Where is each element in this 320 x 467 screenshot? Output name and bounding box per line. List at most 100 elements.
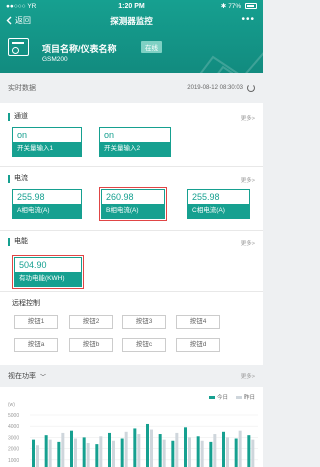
battery-percent: 77% [228, 3, 242, 10]
bar-yesterday [137, 434, 141, 467]
bar-today [171, 440, 175, 467]
tile-value: 255.98 [192, 192, 220, 202]
current-tile-a[interactable]: 255.98 A相电流(A) [12, 189, 82, 219]
energy-section: 电能 更多> 504.90 有功电能(KWH) [0, 231, 263, 291]
remote-button-c[interactable]: 按钮c [122, 338, 166, 352]
bar-today [146, 423, 149, 467]
bar-yesterday [61, 432, 65, 467]
tile-value: 255.98 [17, 192, 45, 202]
chevron-down-icon[interactable]: ﹀ [40, 372, 46, 381]
tile-value: on [17, 130, 28, 140]
energy-more-link[interactable]: 更多> [241, 239, 255, 247]
bar-today [209, 441, 213, 467]
header: ●●○○○ YR 1:20 PM ✱ 77% 返回 探测器监控 ••• 项目名称… [0, 0, 263, 73]
status-badge: 在线 [141, 41, 162, 53]
status-bar: ●●○○○ YR 1:20 PM ✱ 77% [0, 0, 263, 12]
remote-button-4[interactable]: 按钮4 [176, 315, 220, 329]
section-title: 电流 [8, 175, 28, 183]
bar-yesterday [86, 443, 90, 467]
bar-yesterday [112, 440, 115, 467]
nav-bar: 返回 探测器监控 ••• [0, 12, 263, 29]
bar-yesterday [150, 429, 153, 467]
bar-today [247, 435, 251, 467]
page-title: 探测器监控 [110, 15, 153, 26]
refresh-icon[interactable] [247, 84, 255, 92]
carrier-label: ●●○○○ YR [6, 2, 37, 10]
bar-yesterday [213, 434, 217, 467]
bar-today [133, 428, 137, 467]
back-label: 返回 [15, 16, 31, 25]
battery-indicator: ✱ 77% [173, 2, 258, 10]
tile-label: 开关量输入2 [100, 142, 170, 156]
power-chart-svg: 5000 4000 3000 2000 1000 [8, 413, 258, 467]
more-menu-button[interactable]: ••• [241, 14, 255, 25]
chevron-left-icon [6, 16, 12, 25]
channel-tile-2[interactable]: on 开关量输入2 [99, 127, 171, 157]
battery-icon [245, 3, 258, 10]
bar-today [108, 432, 111, 467]
bar-yesterday [251, 439, 255, 467]
bar-today [120, 438, 124, 467]
realtime-label: 实时数据 [8, 85, 36, 92]
remote-button-b[interactable]: 按钮b [69, 338, 113, 352]
energy-tile[interactable]: 504.90 有功电能(KWH) [12, 255, 84, 289]
bar-yesterday [74, 438, 77, 467]
back-button[interactable]: 返回 [6, 15, 31, 26]
remote-button-3[interactable]: 按钮3 [122, 315, 166, 329]
power-chart: 今日 昨日 (w) 5000 4000 3000 2000 1000 [0, 387, 263, 467]
power-more-link[interactable]: 更多> [241, 372, 255, 380]
bar-yesterday [200, 440, 204, 467]
device-icon [8, 38, 29, 56]
bluetooth-icon: ✱ [220, 3, 227, 10]
bar-today [184, 427, 187, 467]
bar-yesterday [99, 436, 103, 467]
realtime-timestamp: 2019-08-12 08:30:03 [187, 85, 243, 91]
current-section: 电流 更多> 255.98 A相电流(A) 260.98 B相电流(A) 255… [0, 167, 263, 230]
power-dropdown[interactable]: 视在功率 [8, 371, 36, 381]
bar-today [234, 438, 238, 467]
channel-section: 通道 更多> on 开关量输入1 on 开关量输入2 [0, 103, 263, 166]
tile-label: A相电流(A) [13, 204, 81, 218]
bar-today [158, 434, 162, 467]
bar-yesterday [162, 439, 166, 467]
tile-label: C相电流(A) [188, 204, 249, 218]
current-more-link[interactable]: 更多> [241, 176, 255, 184]
device-model: GSM200 [42, 56, 68, 63]
bar-today [70, 430, 73, 467]
current-tile-c[interactable]: 255.98 C相电流(A) [187, 189, 250, 219]
tile-value: 260.98 [106, 192, 134, 202]
remote-button-d[interactable]: 按钮d [176, 338, 220, 352]
remote-button-2[interactable]: 按钮2 [69, 315, 113, 329]
clock: 1:20 PM [118, 2, 145, 10]
bar-yesterday [175, 432, 179, 467]
tile-label: B相电流(A) [102, 204, 164, 218]
realtime-bar: 实时数据 2019-08-12 08:30:03 [0, 73, 263, 103]
remote-control-section: 远程控制 按钮1 按钮2 按钮3 按钮4 按钮a 按钮b 按钮c 按钮d [0, 292, 263, 365]
remote-button-1[interactable]: 按钮1 [14, 315, 58, 329]
bar-today [222, 431, 225, 467]
section-title: 电能 [8, 238, 28, 246]
bar-yesterday [124, 431, 128, 467]
bar-yesterday [226, 437, 229, 467]
bar-today [44, 435, 48, 467]
section-title: 通道 [8, 113, 28, 121]
bar-today [32, 439, 35, 467]
y-tick-label: 1000 [8, 458, 19, 464]
channel-more-link[interactable]: 更多> [241, 114, 255, 122]
tile-label: 开关量输入1 [13, 142, 81, 156]
bar-yesterday [36, 445, 39, 467]
device-name: 项目名称/仪表名称 [42, 44, 117, 54]
bar-yesterday [188, 437, 191, 467]
y-tick-label: 5000 [8, 413, 19, 419]
bar-yesterday [48, 439, 52, 467]
section-title: 远程控制 [12, 300, 40, 307]
y-tick-label: 4000 [8, 424, 19, 430]
tile-value: 504.90 [19, 260, 47, 270]
bar-today [57, 441, 61, 467]
decorative-lines-icon [199, 52, 263, 73]
tile-value: on [104, 130, 115, 140]
channel-tile-1[interactable]: on 开关量输入1 [12, 127, 82, 157]
tile-label: 有功电能(KWH) [15, 272, 81, 286]
remote-button-a[interactable]: 按钮a [14, 338, 58, 352]
current-tile-b[interactable]: 260.98 B相电流(A) [99, 187, 167, 221]
